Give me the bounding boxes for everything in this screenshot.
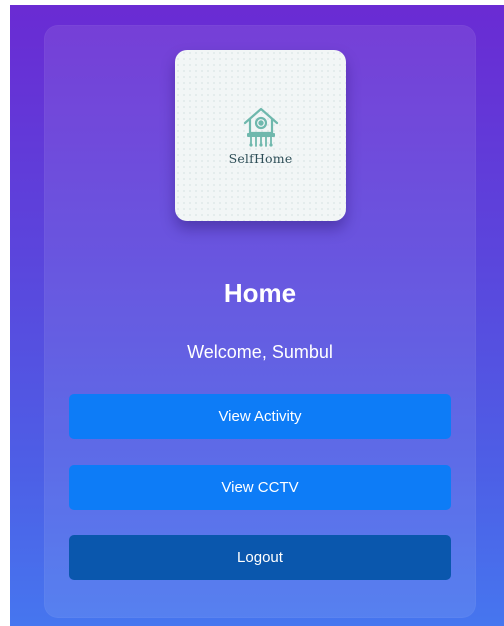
- logo-text: SelfHome: [228, 151, 293, 166]
- page-title: Home: [223, 278, 297, 308]
- view-activity-button[interactable]: View Activity: [69, 394, 451, 439]
- house-circuit-icon: [243, 107, 279, 147]
- welcome-message: Welcome, Sumbul: [187, 342, 333, 362]
- logout-button[interactable]: Logout: [69, 535, 451, 580]
- logo-tile: SelfHome: [175, 50, 346, 221]
- app-screen: SelfHome Home Welcome, Sumbul View Activ…: [10, 5, 504, 626]
- view-cctv-button[interactable]: View CCTV: [69, 465, 451, 510]
- home-card: SelfHome Home Welcome, Sumbul View Activ…: [44, 25, 476, 618]
